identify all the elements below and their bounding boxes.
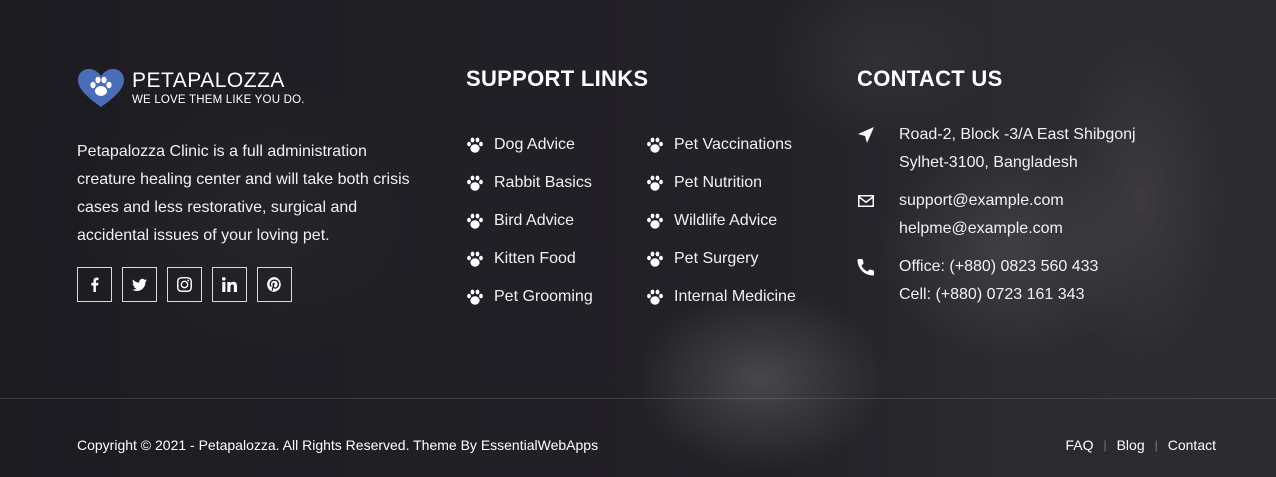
email-link[interactable]: helpme@example.com [899, 215, 1064, 243]
brand-tagline: WE LOVE THEM LIKE YOU DO. [132, 94, 305, 106]
paw-icon [467, 251, 483, 267]
contact-email: support@example.com helpme@example.com [857, 187, 1064, 243]
support-link[interactable]: Wildlife Advice [646, 202, 796, 240]
contact-phone: Office: (+880) 0823 560 433 Cell: (+880)… [857, 253, 1098, 309]
facebook-link[interactable] [77, 267, 112, 302]
linkedin-link[interactable] [212, 267, 247, 302]
pinterest-link[interactable] [257, 267, 292, 302]
phone-cell[interactable]: Cell: (+880) 0723 161 343 [899, 281, 1098, 309]
phone-icon [857, 258, 875, 276]
envelope-icon [858, 195, 874, 207]
social-links [77, 267, 292, 302]
paw-icon [647, 289, 663, 305]
paw-icon [647, 251, 663, 267]
footer-divider [0, 398, 1276, 399]
brand-logo-link[interactable]: PETAPALOZZA WE LOVE THEM LIKE YOU DO. [77, 68, 305, 108]
footer-nav: FAQ | Blog | Contact [1065, 437, 1216, 453]
support-link[interactable]: Pet Grooming [466, 278, 593, 316]
linkedin-icon [222, 277, 237, 292]
copyright-text: Copyright © 2021 - Petapalozza. All Righ… [77, 437, 599, 453]
brand-text: PETAPALOZZA WE LOVE THEM LIKE YOU DO. [132, 69, 305, 107]
support-link-label: Wildlife Advice [674, 212, 778, 229]
site-footer: PETAPALOZZA WE LOVE THEM LIKE YOU DO. Pe… [0, 0, 1276, 477]
brand-name: PETAPALOZZA [132, 69, 285, 92]
address-line: Road-2, Block -3/A East Shibgonj [899, 126, 1136, 143]
email-link[interactable]: support@example.com [899, 187, 1064, 215]
support-link[interactable]: Internal Medicine [646, 278, 796, 316]
support-link[interactable]: Dog Advice [466, 126, 593, 164]
heart-paw-icon [78, 69, 124, 107]
paw-icon [647, 175, 663, 191]
pinterest-icon [267, 277, 281, 292]
contact-heading: CONTACT US [857, 66, 1003, 91]
phone-office[interactable]: Office: (+880) 0823 560 433 [899, 253, 1098, 281]
contact-address: Road-2, Block -3/A East Shibgonj Sylhet-… [857, 121, 1136, 177]
nav-separator: | [1154, 438, 1158, 452]
support-link[interactable]: Rabbit Basics [466, 164, 593, 202]
support-link-label: Pet Nutrition [674, 174, 763, 191]
paw-icon [467, 289, 483, 305]
footer-nav-blog[interactable]: Blog [1117, 437, 1145, 453]
support-link[interactable]: Pet Vaccinations [646, 126, 796, 164]
support-links-left: Dog Advice Rabbit Basics Bird Advice Kit… [466, 126, 593, 316]
support-link[interactable]: Pet Surgery [646, 240, 796, 278]
instagram-icon [177, 277, 192, 292]
about-text: Petapalozza Clinic is a full administrat… [77, 143, 410, 244]
support-link-label: Pet Vaccinations [674, 136, 792, 153]
support-link-label: Internal Medicine [674, 288, 796, 305]
support-link-label: Bird Advice [494, 212, 575, 229]
paw-icon [647, 213, 663, 229]
twitter-link[interactable] [122, 267, 157, 302]
paw-icon [467, 137, 483, 153]
instagram-link[interactable] [167, 267, 202, 302]
footer-nav-faq[interactable]: FAQ [1065, 437, 1093, 453]
support-link-label: Dog Advice [494, 136, 575, 153]
support-links-heading: SUPPORT LINKS [466, 66, 649, 91]
support-link-label: Rabbit Basics [494, 174, 592, 191]
paw-icon [467, 213, 483, 229]
nav-separator: | [1103, 438, 1107, 452]
address-line: Sylhet-3100, Bangladesh [899, 154, 1078, 171]
support-links-right: Pet Vaccinations Pet Nutrition Wildlife … [646, 126, 796, 316]
support-link[interactable]: Kitten Food [466, 240, 593, 278]
location-arrow-icon [858, 127, 874, 143]
twitter-icon [132, 278, 147, 292]
footer-nav-contact[interactable]: Contact [1168, 437, 1216, 453]
paw-icon [647, 137, 663, 153]
support-link-label: Pet Grooming [494, 288, 593, 305]
support-link-label: Pet Surgery [674, 250, 759, 267]
paw-icon [467, 175, 483, 191]
support-link[interactable]: Pet Nutrition [646, 164, 796, 202]
support-link[interactable]: Bird Advice [466, 202, 593, 240]
support-link-label: Kitten Food [494, 250, 576, 267]
facebook-icon [91, 277, 99, 292]
